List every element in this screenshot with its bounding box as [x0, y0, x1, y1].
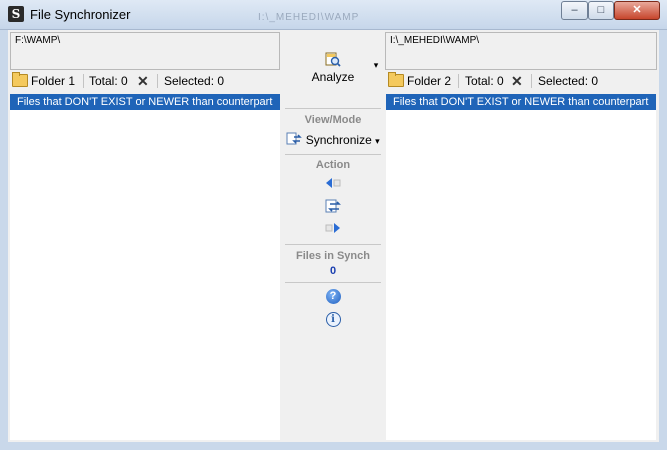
- minimize-button[interactable]: –: [561, 1, 588, 20]
- right-folder-button[interactable]: Folder 2: [388, 71, 451, 91]
- analyze-label: Analyze: [311, 70, 355, 84]
- folder-open-icon: [388, 72, 404, 87]
- section-divider: [285, 108, 381, 109]
- copy-right-button[interactable]: [281, 221, 385, 239]
- sync-both-button[interactable]: [281, 198, 385, 218]
- app-icon: S: [8, 6, 24, 22]
- close-button[interactable]: ✕: [614, 1, 660, 20]
- window-frame-right: [659, 30, 667, 450]
- help-button[interactable]: ?: [281, 288, 385, 306]
- info-icon: i: [325, 312, 341, 327]
- section-divider: [285, 282, 381, 283]
- synchronize-icon: [286, 132, 303, 145]
- left-selected-label: Selected: 0: [164, 74, 225, 88]
- right-file-list[interactable]: [386, 110, 656, 440]
- window-title: File Synchronizer: [30, 7, 131, 22]
- left-folder-label: Folder 1: [31, 74, 76, 88]
- analyze-icon: [325, 52, 341, 67]
- left-path-box[interactable]: F:\WAMP\: [10, 32, 280, 70]
- right-total-label: Total: 0: [465, 74, 504, 88]
- files-in-synch-count: 0: [329, 265, 337, 277]
- title-bar: S File Synchronizer I:\_MEHEDI\WAMP – □ …: [0, 0, 667, 30]
- analyze-dropdown-arrow[interactable]: ▾: [369, 60, 383, 71]
- copy-left-button[interactable]: [281, 176, 385, 194]
- ghost-title: I:\_MEHEDI\WAMP: [258, 12, 360, 23]
- arrow-left-icon: [326, 178, 341, 188]
- toolbar-separator: [531, 74, 532, 88]
- window-frame-left: [0, 30, 8, 450]
- folder-open-icon: [12, 72, 28, 87]
- view-mode-value: Synchronize: [305, 133, 372, 147]
- help-icon: ?: [325, 289, 341, 304]
- view-mode-header: View/Mode: [304, 114, 362, 126]
- sync-both-icon: [325, 199, 341, 213]
- action-header: Action: [315, 159, 351, 171]
- right-folder-label: Folder 2: [407, 74, 452, 88]
- toolbar-separator: [83, 74, 84, 88]
- left-file-list[interactable]: [10, 110, 280, 440]
- left-folder-button[interactable]: Folder 1: [12, 71, 75, 91]
- right-selected-label: Selected: 0: [538, 74, 599, 88]
- center-control-panel: Analyze ▾ View/Mode Synchronize ▾ Action…: [281, 30, 385, 442]
- right-toolbar: Folder 2 Total: 0 ✕ Selected: 0: [385, 71, 657, 91]
- right-path-box[interactable]: I:\_MEHEDI\WAMP\: [385, 32, 657, 70]
- arrow-right-icon: [325, 223, 340, 233]
- right-filter-bar[interactable]: Files that DON'T EXIST or NEWER than cou…: [386, 94, 656, 110]
- left-filter-bar[interactable]: Files that DON'T EXIST or NEWER than cou…: [10, 94, 280, 110]
- info-button[interactable]: i: [281, 311, 385, 329]
- view-mode-dropdown-arrow: ▾: [375, 136, 380, 146]
- section-divider: [285, 154, 381, 155]
- toolbar-separator: [458, 74, 459, 88]
- right-clear-icon[interactable]: ✕: [511, 71, 523, 91]
- maximize-button[interactable]: □: [588, 1, 614, 20]
- window-frame-bottom: [0, 442, 667, 450]
- toolbar-separator: [157, 74, 158, 88]
- view-mode-button[interactable]: Synchronize ▾: [281, 131, 385, 149]
- left-total-label: Total: 0: [89, 74, 128, 88]
- left-toolbar: Folder 1 Total: 0 ✕ Selected: 0: [10, 71, 280, 91]
- files-in-synch-header: Files in Synch: [296, 250, 370, 262]
- section-divider: [285, 244, 381, 245]
- left-clear-icon[interactable]: ✕: [137, 71, 149, 91]
